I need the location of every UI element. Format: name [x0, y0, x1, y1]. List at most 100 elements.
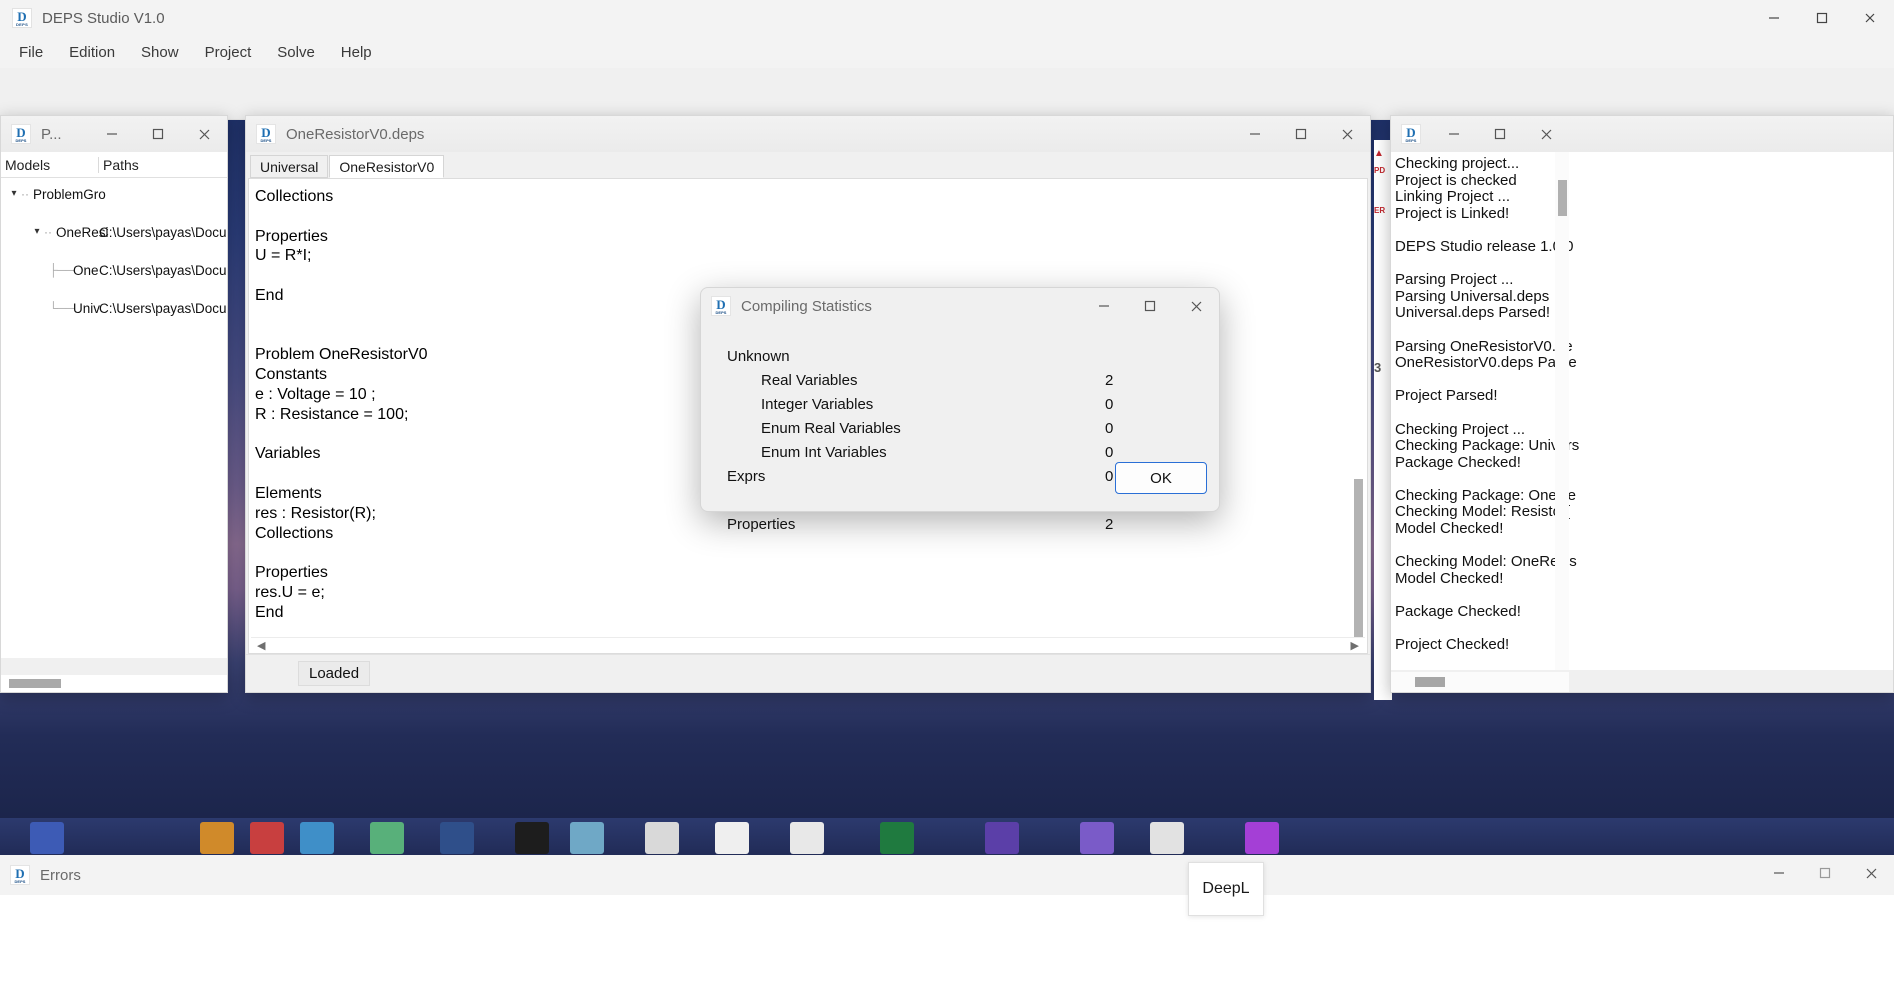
- log-line: Project is checked: [1395, 171, 1517, 189]
- taskbar-icon[interactable]: [1150, 822, 1184, 854]
- taskbar-icon[interactable]: [880, 822, 914, 854]
- log-horizontal-scrollbar[interactable]: [1391, 672, 1569, 692]
- tab-universal[interactable]: Universal: [250, 155, 329, 178]
- scrollbar-thumb[interactable]: [1558, 180, 1567, 216]
- log-title-bar: D DEPS: [1391, 116, 1893, 152]
- stat-row: Properties 2: [701, 516, 1219, 540]
- taskbar-icon[interactable]: [250, 822, 284, 854]
- close-icon[interactable]: [1324, 116, 1370, 152]
- close-icon[interactable]: [181, 116, 227, 152]
- close-icon[interactable]: [1846, 0, 1894, 36]
- taskbar-icon[interactable]: [1245, 822, 1279, 854]
- scrollbar-thumb[interactable]: [1354, 479, 1363, 653]
- editor-title-bar: D DEPS OneResistorV0.deps: [246, 116, 1370, 152]
- menu-item-project[interactable]: Project: [192, 40, 265, 65]
- minimize-icon[interactable]: [89, 116, 135, 152]
- close-icon[interactable]: [1173, 288, 1219, 324]
- code-line: res.U = e;: [255, 583, 325, 601]
- taskbar-icon[interactable]: [515, 822, 549, 854]
- errors-window-controls: [1756, 855, 1894, 891]
- main-title-bar: D DEPS DEPS Studio V1.0: [0, 0, 1894, 36]
- log-line: Model Checked!: [1395, 520, 1504, 538]
- maximize-icon[interactable]: [1477, 116, 1523, 152]
- taskbar-icon[interactable]: [30, 822, 64, 854]
- stat-label: Unknown: [727, 348, 790, 365]
- stat-label: Properties: [727, 516, 796, 533]
- column-header-models[interactable]: Models: [1, 156, 99, 173]
- editor-vertical-scrollbar[interactable]: [1352, 179, 1365, 653]
- maximize-icon[interactable]: [135, 116, 181, 152]
- log-vertical-scrollbar[interactable]: [1555, 152, 1569, 670]
- tree-item[interactable]: └── Univ C:\Users\payas\Docun: [1, 300, 227, 319]
- editor-horizontal-scrollbar[interactable]: ◀ ▶: [251, 637, 1365, 653]
- scrollbar-thumb[interactable]: [9, 679, 61, 688]
- scroll-left-icon[interactable]: ◀: [251, 639, 271, 652]
- log-output-area[interactable]: Checking project... Project is checked L…: [1391, 152, 1893, 670]
- log-line: Checking Model: OneResis: [1395, 553, 1577, 571]
- column-header-paths[interactable]: Paths: [99, 157, 139, 173]
- taskbar-icon[interactable]: [715, 822, 749, 854]
- tree-item[interactable]: ▾ ·· ProblemGro: [1, 186, 227, 205]
- tree-horizontal-scrollbar[interactable]: [1, 675, 227, 692]
- taskbar-icon[interactable]: [300, 822, 334, 854]
- tree-item-label: Univ: [73, 301, 101, 316]
- tree-item[interactable]: ▾ ·· OneResi C:\Users\payas\Docun: [1, 224, 227, 243]
- menu-item-edition[interactable]: Edition: [56, 40, 128, 65]
- dialog-title: Compiling Statistics: [741, 297, 872, 315]
- errors-list[interactable]: [0, 895, 1894, 991]
- taskbar-icon[interactable]: [985, 822, 1019, 854]
- minimize-icon[interactable]: [1232, 116, 1278, 152]
- stat-row: Enum Real Variables 0: [701, 420, 1219, 444]
- taskbar-icon[interactable]: [1080, 822, 1114, 854]
- chevron-down-icon[interactable]: ▾: [30, 226, 44, 237]
- dialog-title-bar: D DEPS Compiling Statistics: [701, 288, 1219, 324]
- tab-oneresistorv0[interactable]: OneResistorV0: [329, 155, 445, 178]
- code-line: Collections: [255, 188, 334, 205]
- taskbar-icon[interactable]: [200, 822, 234, 854]
- editor-window-controls: [1232, 116, 1370, 152]
- minimize-icon[interactable]: [1750, 0, 1798, 36]
- log-line-list: Checking project... Project is checked L…: [1395, 155, 1579, 670]
- pdf-label: ER: [1374, 206, 1386, 215]
- maximize-icon[interactable]: [1278, 116, 1324, 152]
- close-icon[interactable]: [1848, 855, 1894, 891]
- menu-item-file[interactable]: File: [6, 40, 56, 65]
- scrollbar-thumb[interactable]: [1415, 677, 1445, 687]
- log-line: Linking Project ...: [1395, 188, 1511, 206]
- log-line: Checking Model: Resistor[: [1395, 503, 1571, 521]
- ok-button[interactable]: OK: [1115, 462, 1207, 494]
- log-line: Project is Linked!: [1395, 204, 1510, 222]
- screen: D DEPS DEPS Studio V1.0 File Edition Show…: [0, 0, 1894, 991]
- chevron-down-icon[interactable]: ▾: [7, 188, 21, 199]
- errors-window: D DEPS Errors: [0, 855, 1894, 991]
- menu-item-solve[interactable]: Solve: [264, 40, 328, 65]
- maximize-icon[interactable]: [1798, 0, 1846, 36]
- menu-item-help[interactable]: Help: [328, 40, 385, 65]
- taskbar-icon[interactable]: [790, 822, 824, 854]
- code-text: Collections Properties U = R*I; End Prob…: [255, 187, 428, 623]
- stat-value: 2: [1105, 516, 1114, 533]
- close-icon[interactable]: [1523, 116, 1569, 152]
- menu-bar: File Edition Show Project Solve Help: [0, 36, 1894, 68]
- minimize-icon[interactable]: [1081, 288, 1127, 324]
- scroll-right-icon[interactable]: ▶: [1345, 639, 1365, 652]
- tree-connector: ··: [44, 225, 52, 239]
- maximize-icon[interactable]: [1802, 855, 1848, 891]
- minimize-icon[interactable]: [1756, 855, 1802, 891]
- minimize-icon[interactable]: [1431, 116, 1477, 152]
- deepl-popup[interactable]: DeepL: [1188, 862, 1264, 916]
- project-window-controls: [89, 116, 227, 152]
- menu-item-show[interactable]: Show: [128, 40, 192, 65]
- taskbar-icon[interactable]: [570, 822, 604, 854]
- taskbar-icon[interactable]: [440, 822, 474, 854]
- maximize-icon[interactable]: [1127, 288, 1173, 324]
- editor-window-title: OneResistorV0.deps: [286, 125, 425, 143]
- taskbar-icon[interactable]: [645, 822, 679, 854]
- tree-item[interactable]: ├── One C:\Users\payas\Docun: [1, 262, 227, 281]
- app-title: DEPS Studio V1.0: [42, 9, 165, 27]
- taskbar-icon[interactable]: [370, 822, 404, 854]
